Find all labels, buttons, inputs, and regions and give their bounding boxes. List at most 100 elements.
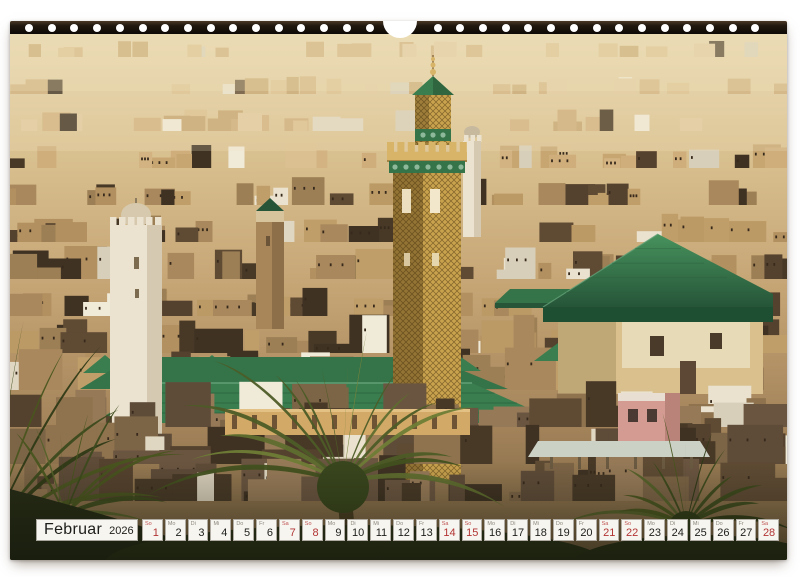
binding-hole xyxy=(751,24,759,32)
day-number: 5 xyxy=(244,527,250,539)
binding-hole xyxy=(116,24,124,32)
product-photo-background: Februar 2026 So1Mo2Di3Mi4Do5Fr6Sa7So8Mo9… xyxy=(0,0,800,577)
binding-hole xyxy=(184,24,192,32)
day-number: 13 xyxy=(421,527,433,539)
day-abbr: Do xyxy=(236,521,243,527)
day-abbr: So xyxy=(465,521,472,527)
binding-hole xyxy=(593,24,601,32)
day-number: 24 xyxy=(672,527,684,539)
day-abbr: So xyxy=(145,521,152,527)
binding-hole xyxy=(456,24,464,32)
day-number: 19 xyxy=(557,527,569,539)
day-abbr: Fr xyxy=(419,521,424,527)
day-abbr: Di xyxy=(191,521,196,527)
day-cell-21: Sa21 xyxy=(599,519,620,541)
day-cell-18: Mi18 xyxy=(530,519,551,541)
day-number: 2 xyxy=(176,527,182,539)
day-number: 27 xyxy=(740,527,752,539)
day-cell-7: Sa7 xyxy=(279,519,300,541)
day-number: 17 xyxy=(512,527,524,539)
day-abbr: Mi xyxy=(213,521,219,527)
binding-hole xyxy=(729,24,737,32)
day-abbr: Mi xyxy=(693,521,699,527)
year-label: 2026 xyxy=(109,523,133,537)
day-abbr: Do xyxy=(716,521,723,527)
day-cell-25: Mi25 xyxy=(690,519,711,541)
binding-hole xyxy=(479,24,487,32)
day-abbr: Di xyxy=(350,521,355,527)
day-abbr: Do xyxy=(556,521,563,527)
day-cell-11: Mi11 xyxy=(370,519,391,541)
day-number: 23 xyxy=(649,527,661,539)
day-abbr: Fr xyxy=(259,521,264,527)
day-cell-15: So15 xyxy=(462,519,483,541)
binding-hole xyxy=(434,24,442,32)
day-cell-23: Mo23 xyxy=(644,519,665,541)
pink-building xyxy=(618,393,680,443)
day-number: 25 xyxy=(694,527,706,539)
day-abbr: Mo xyxy=(168,521,176,527)
binding-hole xyxy=(320,24,328,32)
day-number: 6 xyxy=(267,527,273,539)
day-number: 4 xyxy=(221,527,227,539)
binding-hole xyxy=(139,24,147,32)
day-abbr: Mi xyxy=(373,521,379,527)
binding-hole xyxy=(661,24,669,32)
day-number: 22 xyxy=(626,527,638,539)
day-number: 8 xyxy=(313,527,319,539)
brown-minaret xyxy=(256,198,284,329)
day-cell-13: Fr13 xyxy=(416,519,437,541)
binding-hole xyxy=(48,24,56,32)
day-number: 15 xyxy=(466,527,478,539)
day-abbr: Mo xyxy=(487,521,495,527)
day-cell-4: Mi4 xyxy=(210,519,231,541)
day-cell-2: Mo2 xyxy=(165,519,186,541)
binding-hole xyxy=(229,24,237,32)
binding-hole xyxy=(547,24,555,32)
day-cell-24: Di24 xyxy=(667,519,688,541)
day-abbr: Sa xyxy=(761,521,768,527)
day-abbr: Sa xyxy=(282,521,289,527)
binding-hole xyxy=(502,24,510,32)
binding-hole xyxy=(524,24,532,32)
day-cell-19: Do19 xyxy=(553,519,574,541)
day-abbr: Mo xyxy=(328,521,336,527)
binding-hole xyxy=(683,24,691,32)
day-number: 1 xyxy=(153,527,159,539)
day-number: 28 xyxy=(763,527,775,539)
day-number: 12 xyxy=(398,527,410,539)
day-cell-1: So1 xyxy=(142,519,163,541)
day-cell-17: Di17 xyxy=(507,519,528,541)
binding-hole xyxy=(275,24,283,32)
binding-hole xyxy=(207,24,215,32)
binding-hole xyxy=(161,24,169,32)
day-abbr: So xyxy=(624,521,631,527)
day-number: 16 xyxy=(489,527,501,539)
day-abbr: Fr xyxy=(579,521,584,527)
day-cell-20: Fr20 xyxy=(576,519,597,541)
day-number: 20 xyxy=(580,527,592,539)
day-cell-27: Fr27 xyxy=(736,519,757,541)
day-cell-26: Do26 xyxy=(713,519,734,541)
day-number: 10 xyxy=(352,527,364,539)
calendar-sheet: Februar 2026 So1Mo2Di3Mi4Do5Fr6Sa7So8Mo9… xyxy=(10,21,787,560)
binding-hole xyxy=(70,24,78,32)
day-cell-12: Do12 xyxy=(393,519,414,541)
binding-hole xyxy=(343,24,351,32)
day-number: 18 xyxy=(535,527,547,539)
month-box: Februar 2026 xyxy=(36,519,138,541)
day-cell-10: Di10 xyxy=(347,519,368,541)
day-abbr: Di xyxy=(510,521,515,527)
binding-hole xyxy=(297,24,305,32)
binding-hole xyxy=(570,24,578,32)
binding-hole xyxy=(93,24,101,32)
day-cell-6: Fr6 xyxy=(256,519,277,541)
day-number: 11 xyxy=(376,527,387,539)
day-number: 9 xyxy=(335,527,341,539)
day-number: 7 xyxy=(290,527,296,539)
day-cell-22: So22 xyxy=(621,519,642,541)
day-abbr: Mo xyxy=(647,521,655,527)
day-abbr: So xyxy=(305,521,312,527)
binding-hole xyxy=(252,24,260,32)
day-cell-3: Di3 xyxy=(188,519,209,541)
